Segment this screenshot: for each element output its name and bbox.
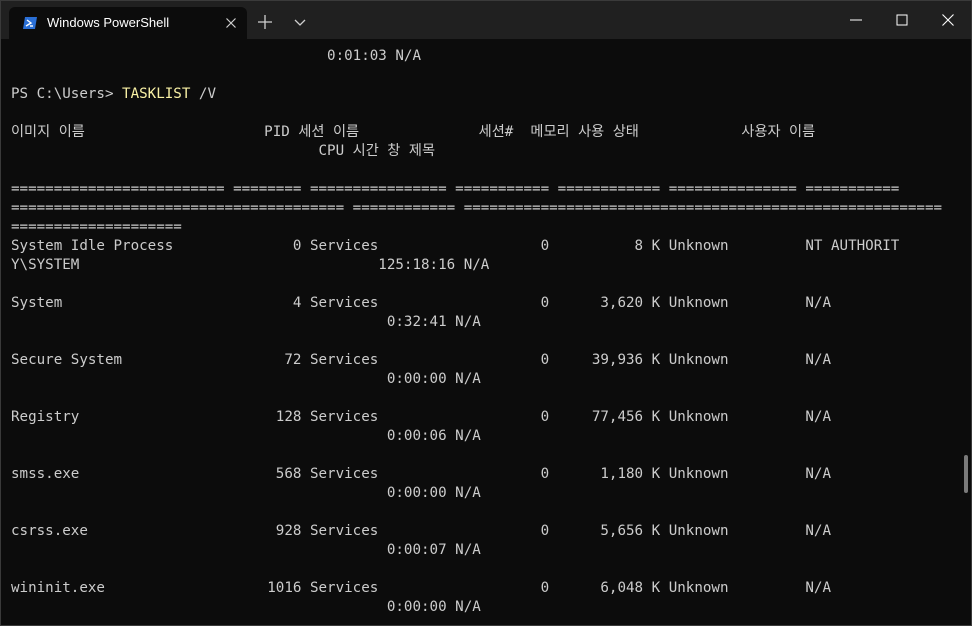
table-row: 0:00:06 N/A	[11, 428, 481, 444]
table-row: wininit.exe 1016 Services 0 6,048 K Unkn…	[11, 580, 831, 596]
command-args: /V	[190, 86, 217, 102]
table-row: Registry 128 Services 0 77,456 K Unknown…	[11, 409, 831, 425]
maximize-button[interactable]	[879, 1, 925, 39]
table-row: System 4 Services 0 3,620 K Unknown N/A	[11, 295, 831, 311]
table-row: System Idle Process 0 Services 0 8 K Unk…	[11, 238, 900, 254]
maximize-icon	[896, 14, 908, 26]
terminal-window: Windows PowerShell 0:01:03 N/A PS C:\Use…	[0, 0, 972, 626]
table-row: csrss.exe 928 Services 0 5,656 K Unknown…	[11, 523, 831, 539]
table-row: Secure System 72 Services 0 39,936 K Unk…	[11, 352, 831, 368]
table-row: 0:00:00 N/A	[11, 371, 481, 387]
minimize-icon	[850, 19, 862, 21]
plus-icon[interactable]	[255, 12, 275, 32]
table-row: 0:00:07 N/A	[11, 542, 481, 558]
table-header: 이미지 이름 PID 세션 이름 세션# 메모리 사용 상태 사용자 이름	[11, 124, 816, 140]
close-icon	[942, 14, 954, 26]
table-row: 0:00:00 N/A	[11, 485, 481, 501]
terminal-output[interactable]: 0:01:03 N/A PS C:\Users> TASKLIST /V 이미지…	[11, 39, 961, 625]
table-row: smss.exe 568 Services 0 1,180 K Unknown …	[11, 466, 831, 482]
separator-line: ========================= ======== =====…	[11, 181, 900, 197]
prompt-line: PS C:\Users> TASKLIST /V	[11, 85, 216, 104]
table-row: 0:32:41 N/A	[11, 314, 481, 330]
table-header: CPU 시간 창 제목	[11, 143, 436, 159]
command: TASKLIST	[122, 86, 191, 102]
scrollbar-thumb[interactable]	[964, 455, 968, 493]
title-bar[interactable]: Windows PowerShell	[1, 1, 971, 39]
tab-windows-powershell[interactable]: Windows PowerShell	[9, 7, 247, 39]
separator-line: ====================	[11, 219, 182, 235]
close-window-button[interactable]	[925, 1, 971, 39]
output-line: 0:01:03 N/A	[11, 48, 421, 64]
close-tab-icon[interactable]	[223, 15, 239, 31]
table-row: Y\SYSTEM 125:18:16 N/A	[11, 257, 490, 273]
table-row: 0:00:00 N/A	[11, 599, 481, 615]
chevron-down-icon[interactable]	[291, 13, 309, 31]
separator-line: ======================================= …	[11, 200, 943, 216]
powershell-icon	[23, 17, 37, 29]
tab-title: Windows PowerShell	[47, 15, 170, 30]
minimize-button[interactable]	[833, 1, 879, 39]
prompt: PS C:\Users>	[11, 86, 123, 102]
